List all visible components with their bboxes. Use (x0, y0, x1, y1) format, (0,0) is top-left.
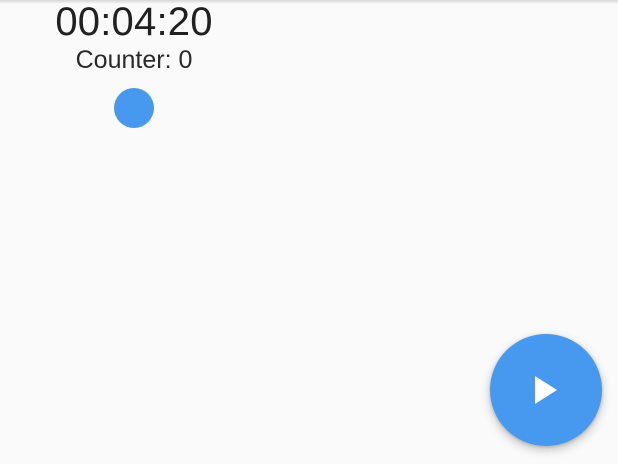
status-indicator-dot (114, 88, 154, 128)
counter-label: Counter: 0 (75, 46, 193, 74)
elapsed-time: 00:04:20 (55, 0, 213, 44)
play-icon (533, 375, 559, 405)
timer-panel: 00:04:20 Counter: 0 (34, 0, 234, 128)
play-button[interactable] (490, 334, 602, 446)
